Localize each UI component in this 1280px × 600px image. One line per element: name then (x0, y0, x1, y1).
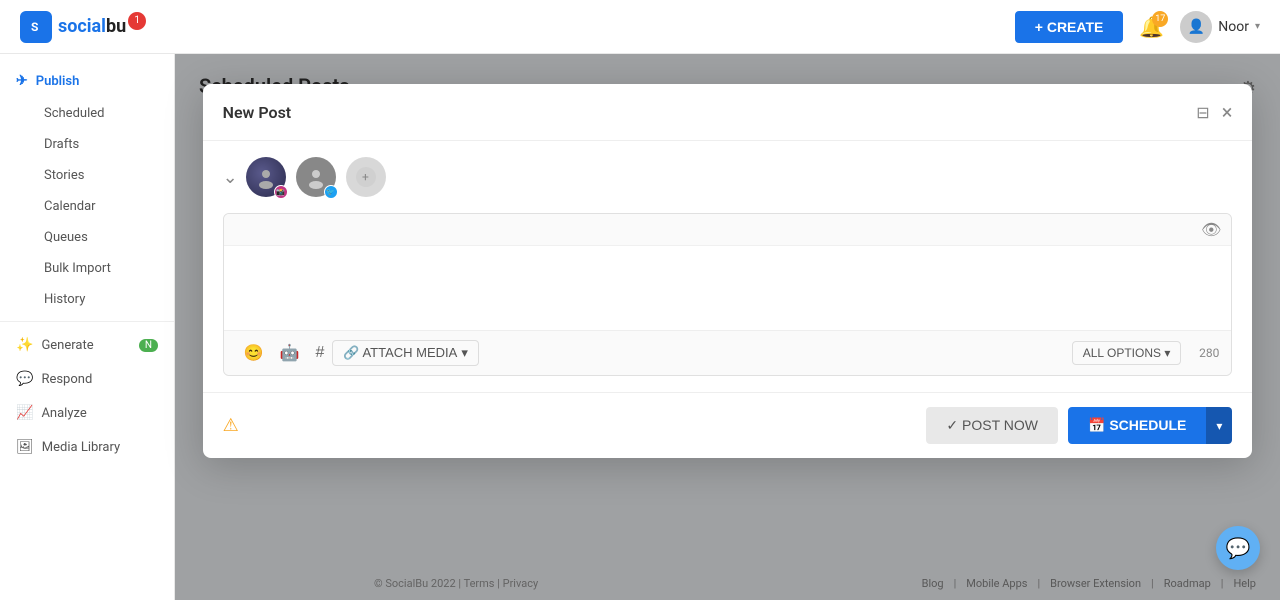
respond-label: Respond (41, 372, 92, 387)
ai-button[interactable]: 🤖 (272, 339, 308, 367)
sidebar: ✈ Publish Scheduled Drafts Stories Calen… (0, 54, 175, 600)
sidebar-item-bulk-import[interactable]: Bulk Import (28, 253, 174, 284)
bulk-import-label: Bulk Import (44, 261, 111, 276)
analyze-icon: 📈 (16, 405, 33, 421)
account-3[interactable]: + (346, 157, 386, 197)
analyze-label: Analyze (41, 406, 86, 421)
attach-media-button[interactable]: 🔗 ATTACH MEDIA ▾ (332, 340, 478, 366)
logo-icon: S (20, 11, 52, 43)
sidebar-divider-1 (0, 321, 174, 322)
user-menu[interactable]: 👤 Noor ▾ (1180, 11, 1260, 43)
bell-badge: 17 (1152, 11, 1168, 27)
drafts-label: Drafts (44, 137, 79, 152)
preview-icon[interactable]: 👁 (1201, 220, 1221, 239)
scheduled-label: Scheduled (44, 106, 104, 121)
user-name: Noor (1218, 19, 1249, 35)
all-options-label: ALL OPTIONS (1083, 346, 1161, 360)
close-icon[interactable]: × (1222, 100, 1233, 124)
sidebar-item-stories[interactable]: Stories (28, 160, 174, 191)
main-content: Scheduled Posts ⚙ New Post ⊟ × ⌄ (175, 54, 1280, 600)
modal-body: ⌄ 📸 🐦 (203, 141, 1253, 392)
logo[interactable]: S socialbu (20, 11, 126, 43)
topnav-right: + CREATE 🔔 17 👤 Noor ▾ (1015, 11, 1260, 43)
modal-footer: ⚠ ✓ POST NOW 📅 SCHEDULE ▾ (203, 392, 1253, 458)
layout: ✈ Publish Scheduled Drafts Stories Calen… (0, 54, 1280, 600)
char-count: 280 (1189, 346, 1219, 360)
generate-badge: N (139, 339, 158, 352)
generate-icon: ✨ (16, 337, 33, 353)
svg-text:S: S (31, 20, 38, 34)
maximize-icon[interactable]: ⊟ (1196, 103, 1209, 122)
sidebar-subnav: Scheduled Drafts Stories Calendar Queues… (0, 98, 174, 315)
generate-label: Generate (41, 338, 93, 353)
queues-label: Queues (44, 230, 88, 245)
sidebar-item-history[interactable]: History (28, 284, 174, 315)
attach-label: 🔗 ATTACH MEDIA (343, 345, 457, 361)
media-library-icon: 🖼 (16, 439, 34, 455)
notifications-bell[interactable]: 🔔 17 (1139, 15, 1164, 39)
logo-notification-badge: 1 (128, 12, 146, 30)
stories-label: Stories (44, 168, 84, 183)
topnav: S socialbu 1 + CREATE 🔔 17 👤 Noor ▾ (0, 0, 1280, 54)
modal-overlay: New Post ⊟ × ⌄ (175, 54, 1280, 600)
account-selector-row: ⌄ 📸 🐦 (223, 157, 1233, 197)
sidebar-item-label-publish: Publish (36, 74, 80, 89)
all-options-dropdown-icon: ▾ (1164, 346, 1170, 360)
modal-header-icons: ⊟ × (1196, 100, 1232, 124)
post-now-button[interactable]: ✓ POST NOW (926, 407, 1058, 444)
user-dropdown-icon: ▾ (1255, 21, 1260, 32)
schedule-button[interactable]: 📅 SCHEDULE (1068, 407, 1206, 444)
hashtag-button[interactable]: # (307, 340, 332, 366)
account-1[interactable]: 📸 (246, 157, 286, 197)
logo-text: socialbu (58, 16, 126, 37)
attach-dropdown-icon: ▾ (461, 345, 468, 361)
hashtag-icon: # (315, 344, 324, 362)
compose-toolbar: 😊 🤖 # 🔗 ATTACH MEDIA ▾ (224, 330, 1232, 375)
all-options-button[interactable]: ALL OPTIONS ▾ (1072, 341, 1182, 365)
ai-icon: 🤖 (280, 343, 300, 363)
sidebar-item-respond[interactable]: 💬 Respond (0, 362, 174, 396)
sidebar-item-analyze[interactable]: 📈 Analyze (0, 396, 174, 430)
twitter-badge: 🐦 (324, 185, 338, 199)
warning-icon: ⚠ (223, 415, 239, 436)
account-toggle-icon[interactable]: ⌄ (223, 167, 238, 188)
chat-fab[interactable]: 💬 (1216, 526, 1260, 570)
instagram-badge: 📸 (274, 185, 288, 199)
account-2[interactable]: 🐦 (296, 157, 336, 197)
compose-top-bar: 👁 (224, 214, 1232, 246)
emoji-icon: 😊 (244, 343, 264, 363)
calendar-label: Calendar (44, 199, 96, 214)
compose-area: 👁 😊 🤖 # (223, 213, 1233, 376)
sidebar-item-scheduled[interactable]: Scheduled (28, 98, 174, 129)
sidebar-item-queues[interactable]: Queues (28, 222, 174, 253)
respond-icon: 💬 (16, 371, 33, 387)
create-button[interactable]: + CREATE (1015, 11, 1124, 43)
compose-textarea[interactable] (224, 246, 1232, 326)
toolbar-right: ALL OPTIONS ▾ 280 (1072, 341, 1220, 365)
chat-icon: 💬 (1226, 536, 1251, 560)
modal-title: New Post (223, 103, 292, 122)
topnav-left: S socialbu 1 (20, 11, 146, 43)
sidebar-item-publish[interactable]: ✈ Publish (0, 64, 174, 98)
schedule-btn-group: 📅 SCHEDULE ▾ (1068, 407, 1232, 444)
new-post-modal: New Post ⊟ × ⌄ (203, 84, 1253, 458)
schedule-dropdown-button[interactable]: ▾ (1206, 407, 1232, 444)
svg-text:+: + (362, 170, 369, 184)
sidebar-item-generate[interactable]: ✨ Generate N (0, 328, 174, 362)
avatar: 👤 (1180, 11, 1212, 43)
history-label: History (44, 292, 85, 307)
sidebar-item-calendar[interactable]: Calendar (28, 191, 174, 222)
sidebar-item-drafts[interactable]: Drafts (28, 129, 174, 160)
publish-icon: ✈ (16, 73, 28, 89)
emoji-button[interactable]: 😊 (236, 339, 272, 367)
sidebar-item-media-library[interactable]: 🖼 Media Library (0, 430, 174, 464)
modal-header: New Post ⊟ × (203, 84, 1253, 141)
media-library-label: Media Library (42, 440, 120, 455)
